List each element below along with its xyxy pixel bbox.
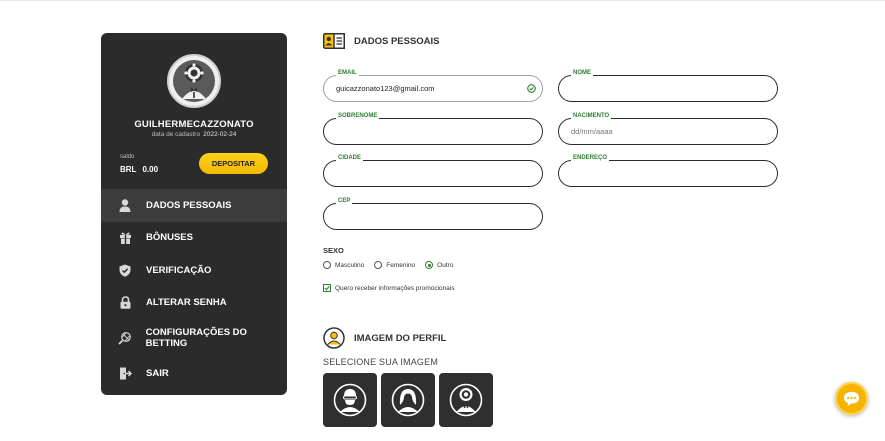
radio-circle[interactable] <box>323 261 331 269</box>
balance-value: BRL 0.00 <box>120 165 158 174</box>
section-title: DADOS PESSOAIS <box>354 35 440 47</box>
radio-outro[interactable]: Outro <box>425 261 453 269</box>
cep-label: CEP <box>336 198 353 204</box>
cidade-label: CIDADE <box>336 155 364 161</box>
top-divider <box>0 0 885 1</box>
check-circle-icon <box>527 84 536 93</box>
registration-label: data de cadastro <box>151 131 201 138</box>
sidebar-menu: DADOS PESSOAIS BÔNUSES VERIFICAÇÃO ALTER… <box>101 189 287 390</box>
avatar <box>167 54 221 108</box>
checkmark-icon <box>324 286 330 291</box>
sidebar-item-bonuses[interactable]: BÔNUSES <box>101 222 287 255</box>
id-card-icon <box>323 33 345 49</box>
image-option-man[interactable] <box>323 373 377 427</box>
image-option-poker[interactable] <box>439 373 493 427</box>
sexo-label: SEXO <box>323 246 344 255</box>
poker-avatar-icon <box>173 60 215 102</box>
currency-code: BRL <box>120 165 137 174</box>
sexo-radio-group: Masculino Femenino Outro <box>323 261 463 269</box>
sidebar-item-alterar-senha[interactable]: ALTERAR SENHA <box>101 287 287 320</box>
radio-masculino[interactable]: Masculino <box>323 261 364 269</box>
email-input[interactable] <box>336 82 516 95</box>
gift-icon <box>118 231 132 245</box>
sidebar-item-verificacao[interactable]: VERIFICAÇÃO <box>101 254 287 287</box>
endereco-label: ENDEREÇO <box>571 155 610 161</box>
chat-button[interactable] <box>835 382 868 415</box>
profile-image-header: IMAGEM DO PERFIL <box>323 327 446 349</box>
nome-label: NOME <box>571 70 593 76</box>
chat-bubble-icon <box>844 391 859 406</box>
sidebar-item-label: CONFIGURAÇÕES DO BETTING <box>145 327 247 349</box>
email-field: EMAIL <box>323 70 543 102</box>
settings-ball-icon <box>118 331 132 345</box>
username: GUILHERMECAZZONATO <box>134 119 254 130</box>
shield-check-icon <box>118 263 132 277</box>
promo-checkbox-row[interactable]: Quero receber informações promocionais <box>323 284 455 292</box>
cep-input[interactable] <box>336 210 516 223</box>
sobrenome-label: SOBRENOME <box>336 113 380 119</box>
deposit-button[interactable]: DEPOSITAR <box>199 153 268 174</box>
profile-sidebar: GUILHERMECAZZONATO data de cadastro 2022-… <box>101 33 287 395</box>
nome-field: NOME <box>558 70 778 102</box>
nome-input[interactable] <box>571 82 751 95</box>
woman-avatar-icon <box>391 383 425 417</box>
radio-feminino[interactable]: Femenino <box>374 261 415 269</box>
user-icon <box>118 198 132 212</box>
registration-line: data de cadastro 2022-02-24 <box>101 131 287 138</box>
balance-amount: 0.00 <box>142 165 159 174</box>
registration-date: 2022-02-24 <box>203 131 237 138</box>
nascimento-label: NACIMENTO <box>571 113 612 119</box>
sidebar-item-configuracoes-betting[interactable]: CONFIGURAÇÕES DO BETTING <box>101 319 287 357</box>
nascimento-field: NACIMENTO <box>558 113 778 145</box>
nascimento-input[interactable] <box>571 125 751 138</box>
sidebar-item-label: SAIR <box>146 367 169 379</box>
select-image-label: SELECIONE SUA IMAGEM <box>323 357 439 367</box>
endereco-field: ENDEREÇO <box>558 155 778 187</box>
lock-icon <box>118 296 132 310</box>
promo-label: Quero receber informações promocionais <box>335 284 455 292</box>
promo-checkbox[interactable] <box>323 284 331 292</box>
sobrenome-field: SOBRENOME <box>323 113 543 145</box>
cidade-input[interactable] <box>336 167 516 180</box>
cep-field: CEP <box>323 198 543 230</box>
radio-label: Outro <box>437 261 454 269</box>
radio-label: Masculino <box>335 261 365 269</box>
endereco-input[interactable] <box>571 167 751 180</box>
sidebar-item-label: BÔNUSES <box>146 232 193 244</box>
sidebar-item-label: VERIFICAÇÃO <box>146 264 212 276</box>
personal-data-header: DADOS PESSOAIS <box>323 33 440 49</box>
radio-label: Femenino <box>386 261 416 269</box>
section-title: IMAGEM DO PERFIL <box>354 332 447 344</box>
sidebar-item-sair[interactable]: SAIR <box>101 357 287 390</box>
sobrenome-input[interactable] <box>336 125 516 138</box>
image-option-woman[interactable] <box>381 373 435 427</box>
sidebar-item-label: ALTERAR SENHA <box>146 297 227 309</box>
radio-circle-selected[interactable] <box>425 261 434 269</box>
balance-label: saldo <box>120 154 135 160</box>
sidebar-item-label: DADOS PESSOAIS <box>146 199 232 211</box>
radio-circle[interactable] <box>374 261 383 269</box>
email-label: EMAIL <box>336 70 359 76</box>
poker-avatar-icon <box>449 383 483 417</box>
logout-icon <box>118 366 132 380</box>
man-avatar-icon <box>333 383 367 417</box>
cidade-field: CIDADE <box>323 155 543 187</box>
user-circle-icon <box>323 327 345 349</box>
sidebar-item-dados-pessoais[interactable]: DADOS PESSOAIS <box>101 189 287 222</box>
